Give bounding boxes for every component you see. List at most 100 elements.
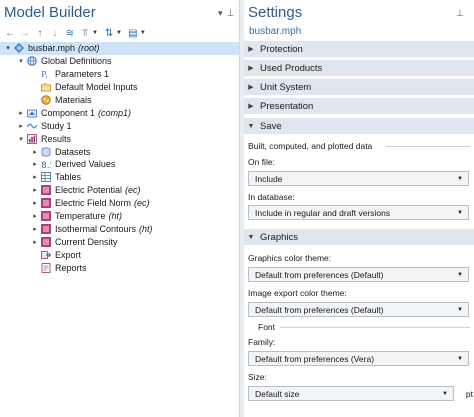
derived-values-icon: 8.5: [41, 159, 51, 169]
tree-node-label: Export: [55, 250, 81, 260]
toggle-spacer: [31, 82, 39, 92]
collapse-toggle-icon[interactable]: ▾: [17, 56, 25, 66]
on-file-value: Include: [255, 173, 283, 184]
section-unit-system[interactable]: ▶ Unit System: [244, 79, 474, 96]
expand-toggle-icon[interactable]: ▸: [31, 237, 39, 247]
in-database-label: In database:: [248, 192, 295, 202]
plot-group-icon: [41, 236, 51, 247]
settings-node-name: busbar.mph: [249, 26, 302, 37]
tree-node-label: Isothermal Contours (ht): [55, 224, 153, 234]
node-name: Parameters 1: [55, 69, 110, 80]
tree-node[interactable]: Export: [0, 248, 239, 261]
collapse-icon[interactable]: ⫪: [79, 27, 91, 39]
tree-node-label: Parameters 1: [55, 69, 109, 79]
tree-node-label: Temperature (ht): [55, 211, 122, 221]
collapse-toggle-icon[interactable]: ▾: [4, 43, 12, 53]
materials-icon: [41, 95, 51, 105]
tree-node[interactable]: Materials: [0, 94, 239, 107]
graphics-color-theme-value: Default from preferences (Default): [255, 269, 384, 280]
tree-node-label: Derived Values: [55, 159, 115, 169]
section-protection[interactable]: ▶ Protection: [244, 41, 474, 58]
section-used-products[interactable]: ▶ Used Products: [244, 60, 474, 77]
expand-toggle-icon[interactable]: ▸: [31, 172, 39, 182]
expand-toggle-icon[interactable]: ▸: [31, 224, 39, 234]
tree-node-label: Reports: [55, 263, 87, 273]
plot-group-icon: [41, 185, 51, 196]
collapse-toggle-icon[interactable]: ▾: [17, 134, 25, 144]
tree-node[interactable]: ▾ Global Definitions: [0, 55, 239, 68]
collapse-caret-icon[interactable]: ▼: [92, 30, 98, 36]
section-graphics[interactable]: ▼ Graphics: [244, 229, 474, 246]
font-family-select[interactable]: Default from preferences (Vera) ▼: [248, 351, 469, 366]
node-name: Derived Values: [55, 159, 116, 170]
tree-node[interactable]: ▸ Temperature (ht): [0, 210, 239, 223]
show-icon[interactable]: ≋: [64, 27, 76, 39]
expand-toggle-icon[interactable]: ▸: [31, 211, 39, 221]
tree-node[interactable]: ▾ busbar.mph (root): [0, 42, 239, 55]
sort-caret-icon[interactable]: ▼: [116, 30, 122, 36]
node-tag: (ht): [139, 223, 153, 234]
component-icon: [27, 108, 37, 118]
on-file-label: On file:: [248, 157, 275, 167]
section-presentation[interactable]: ▶ Presentation: [244, 98, 474, 115]
tree-node[interactable]: Pi Parameters 1: [0, 68, 239, 81]
tree-node[interactable]: ▸8.5 Derived Values: [0, 158, 239, 171]
tree-node-label: busbar.mph (root): [28, 43, 100, 53]
image-export-theme-select[interactable]: Default from preferences (Default) ▼: [248, 302, 469, 317]
expand-toggle-icon[interactable]: ▸: [17, 108, 25, 118]
parameters-icon: Pi: [41, 69, 51, 79]
size-label: Size:: [248, 372, 267, 382]
tree-node[interactable]: Default Model Inputs: [0, 81, 239, 94]
expand-toggle-icon[interactable]: ▸: [31, 185, 39, 195]
expand-toggle-icon[interactable]: ▸: [31, 147, 39, 157]
move-down-icon[interactable]: ↓: [49, 27, 61, 39]
font-size-select[interactable]: Default size ▼: [248, 386, 454, 401]
toggle-spacer: [31, 263, 39, 273]
node-name: Isothermal Contours: [55, 223, 137, 234]
toggle-spacer: [31, 69, 39, 79]
subheading-divider: [386, 146, 470, 147]
image-export-theme-label: Image export color theme:: [248, 288, 347, 298]
tree-node-label: Current Density: [55, 237, 118, 247]
node-tag: (ec): [134, 198, 150, 209]
tree-node[interactable]: ▾ Results: [0, 132, 239, 145]
node-name: Global Definitions: [41, 56, 112, 67]
expand-toggle-icon[interactable]: ▸: [31, 198, 39, 208]
tree-node[interactable]: ▸ Current Density: [0, 235, 239, 248]
plot-group-icon: [41, 198, 51, 208]
tree-node-label: Global Definitions: [41, 56, 112, 66]
node-name: Default Model Inputs: [55, 82, 138, 93]
expand-toggle-icon[interactable]: ▸: [17, 121, 25, 131]
tree-node[interactable]: ▸ Electric Field Norm (ec): [0, 197, 239, 210]
tree-node[interactable]: ▸ Datasets: [0, 145, 239, 158]
tree-node-label: Materials: [55, 95, 92, 105]
in-database-select[interactable]: Include in regular and draft versions ▼: [248, 205, 469, 220]
menu-icon[interactable]: ▾: [218, 8, 223, 19]
sort-icon[interactable]: ⇅: [103, 27, 115, 39]
forward-arrow-icon[interactable]: →: [19, 27, 31, 39]
graphics-color-theme-select[interactable]: Default from preferences (Default) ▼: [248, 267, 469, 282]
on-file-select[interactable]: Include ▼: [248, 171, 469, 186]
section-save[interactable]: ▼ Save: [244, 118, 474, 135]
tree-node-label: Electric Potential (ec): [55, 185, 141, 195]
node-name: Study 1: [41, 120, 72, 131]
pin-icon[interactable]: ⊥: [227, 8, 235, 19]
dropdown-arrow-icon: ▼: [457, 210, 463, 216]
move-up-icon[interactable]: ↑: [34, 27, 46, 39]
tree-node[interactable]: ▸ Study 1: [0, 119, 239, 132]
size-unit: pt: [465, 389, 473, 399]
node-name: Electric Field Norm: [55, 198, 132, 209]
tree-node[interactable]: ▸ Electric Potential (ec): [0, 184, 239, 197]
tree-node[interactable]: ▸ Component 1 (comp1): [0, 106, 239, 119]
list-view-icon[interactable]: ▤: [127, 27, 139, 39]
list-caret-icon[interactable]: ▼: [140, 30, 146, 36]
node-tag: (comp1): [98, 107, 132, 118]
pin-icon[interactable]: ⊥: [456, 8, 464, 19]
tree-node[interactable]: Reports: [0, 261, 239, 274]
tree-node-label: Tables: [55, 172, 81, 182]
tree-node-label: Results: [41, 134, 71, 144]
expand-toggle-icon[interactable]: ▸: [31, 159, 39, 169]
tree-node[interactable]: ▸ Tables: [0, 171, 239, 184]
back-arrow-icon[interactable]: ←: [4, 27, 16, 39]
tree-node[interactable]: ▸ Isothermal Contours (ht): [0, 222, 239, 235]
